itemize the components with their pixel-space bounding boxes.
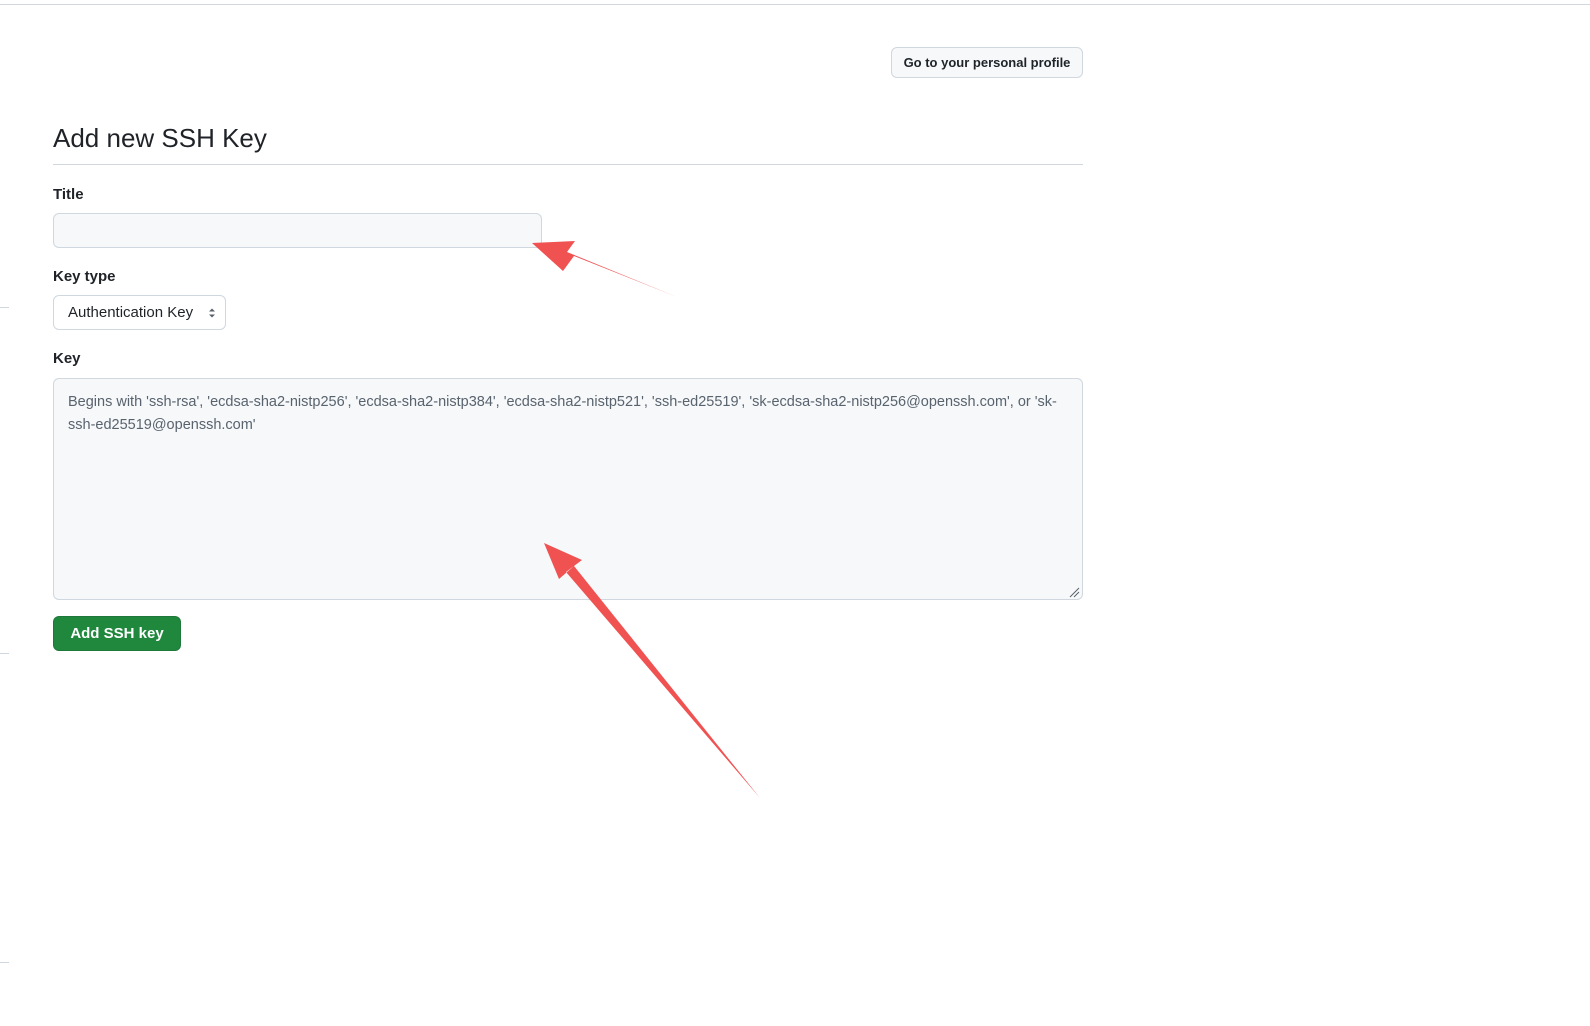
- add-ssh-key-page: Go to your personal profile Add new SSH …: [0, 0, 1590, 1026]
- key-label: Key: [53, 350, 81, 367]
- edge-divider: [0, 653, 9, 654]
- key-type-select[interactable]: Authentication Key: [53, 295, 226, 330]
- title-annotation-arrow-icon: [532, 241, 677, 297]
- select-updown-icon: [209, 308, 215, 317]
- key-type-selected-value: Authentication Key: [68, 304, 194, 321]
- page-title: Add new SSH Key: [53, 123, 267, 153]
- edge-divider: [0, 307, 9, 308]
- title-label: Title: [53, 186, 84, 203]
- go-to-personal-profile-button[interactable]: Go to your personal profile: [891, 47, 1083, 78]
- heading-divider: [53, 164, 1083, 165]
- top-divider: [0, 4, 1590, 5]
- key-type-label: Key type: [53, 268, 116, 285]
- resize-handle-icon[interactable]: [1069, 587, 1080, 598]
- key-textarea[interactable]: [53, 378, 1083, 600]
- title-input[interactable]: [53, 213, 542, 248]
- edge-divider: [0, 962, 9, 963]
- add-ssh-key-button[interactable]: Add SSH key: [53, 616, 181, 651]
